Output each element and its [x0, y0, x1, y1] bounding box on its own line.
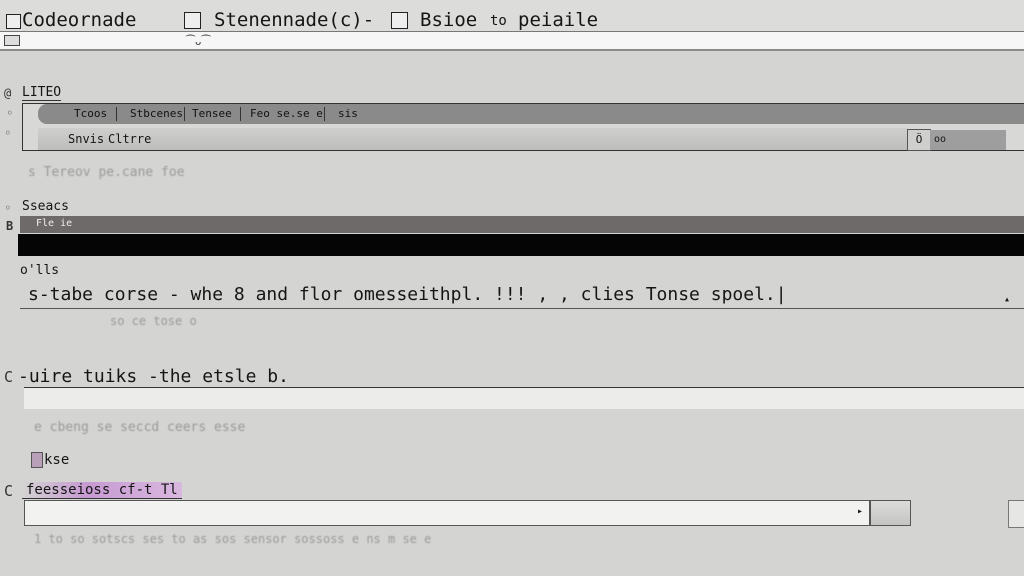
checkbox[interactable]	[31, 452, 43, 468]
tab-4[interactable]: Feo se.se e	[250, 107, 323, 120]
gray-bar-text: Fle ie	[36, 218, 73, 229]
section1-faint-text: s Tereov pe.cane foe	[28, 165, 185, 180]
section4-label: feesseioss cf-t Tl	[22, 482, 182, 499]
tab-divider	[184, 107, 185, 121]
tab-divider	[240, 107, 241, 121]
section2-note: o'lls	[20, 263, 60, 278]
panel-title: Bsioe	[420, 9, 478, 31]
section3-edge-mark: C	[4, 368, 14, 386]
arrow-text: to	[490, 13, 507, 29]
tab-strip: Tcoos Stbcenes Tensee Feo se.se e sis	[38, 104, 1024, 124]
document-title: Stenennade(c)-	[214, 9, 375, 31]
section4-faint-text: 1 to so sotscs ses to as sos sensor soss…	[34, 532, 432, 546]
tab-divider	[116, 107, 117, 121]
tab-2[interactable]: Stbcenes	[130, 107, 183, 120]
app-title: Codeornade	[22, 9, 137, 31]
section1-edge-icon: ◦	[6, 106, 14, 120]
gray-bar: Fle ie	[20, 216, 1024, 233]
corner-button[interactable]	[1008, 500, 1024, 528]
section3-faint-text: e cbeng se seccd ceers esse	[34, 420, 246, 435]
section2-label: Sseacs	[22, 199, 69, 214]
black-bar	[18, 234, 1024, 256]
section4-select-input[interactable]: ▸	[24, 500, 870, 526]
tab-5[interactable]: sis	[338, 107, 358, 120]
section2-edge-mark: B	[6, 219, 14, 233]
section4-edge-mark: C	[4, 482, 14, 500]
checkbox-label: kse	[44, 452, 70, 468]
section3-label: -uire tuiks -the etsle b.	[18, 366, 289, 387]
subbar-label: Snvis	[68, 132, 105, 146]
section2-faint-text: so ce tose o	[110, 314, 197, 328]
toolbar-hint-icon[interactable]: ⁀ᴗ⁀	[186, 35, 210, 48]
subbar-value: Cltrre	[108, 132, 152, 146]
app-icon	[6, 14, 21, 29]
divider-line	[20, 308, 1024, 309]
section1-subbar[interactable]: Snvis Cltrre	[38, 128, 908, 150]
dropdown-arrow-icon: ▸	[856, 506, 863, 517]
section1-edge-icon-2: ◦	[4, 126, 12, 140]
section1-label: LITEO	[22, 85, 62, 101]
section2-edge-icon: ◦	[4, 201, 12, 215]
menu-icon[interactable]	[4, 35, 20, 46]
section1-edge-mark: @	[4, 86, 12, 100]
tab-divider	[324, 107, 325, 121]
section1-field[interactable]: oo	[930, 130, 1006, 150]
scroll-marker-icon: ▴	[1004, 294, 1011, 305]
section3-input[interactable]	[24, 387, 1024, 409]
toolbar: ⁀ᴗ⁀	[0, 31, 1024, 51]
text-line: s-tabe corse - whe 8 and flor omesseithp…	[28, 284, 787, 305]
title-bar: Codeornade Stenennade(c)- Bsioe to peiai…	[0, 0, 1024, 34]
panel-icon[interactable]	[391, 12, 408, 29]
small-action-button[interactable]: Ö	[907, 129, 931, 151]
panel-title-secondary: peiaile	[518, 9, 599, 31]
dropdown-button[interactable]	[870, 500, 911, 526]
tab-3[interactable]: Tensee	[192, 107, 232, 120]
document-icon[interactable]	[184, 12, 201, 29]
tab-1[interactable]: Tcoos	[74, 107, 107, 120]
